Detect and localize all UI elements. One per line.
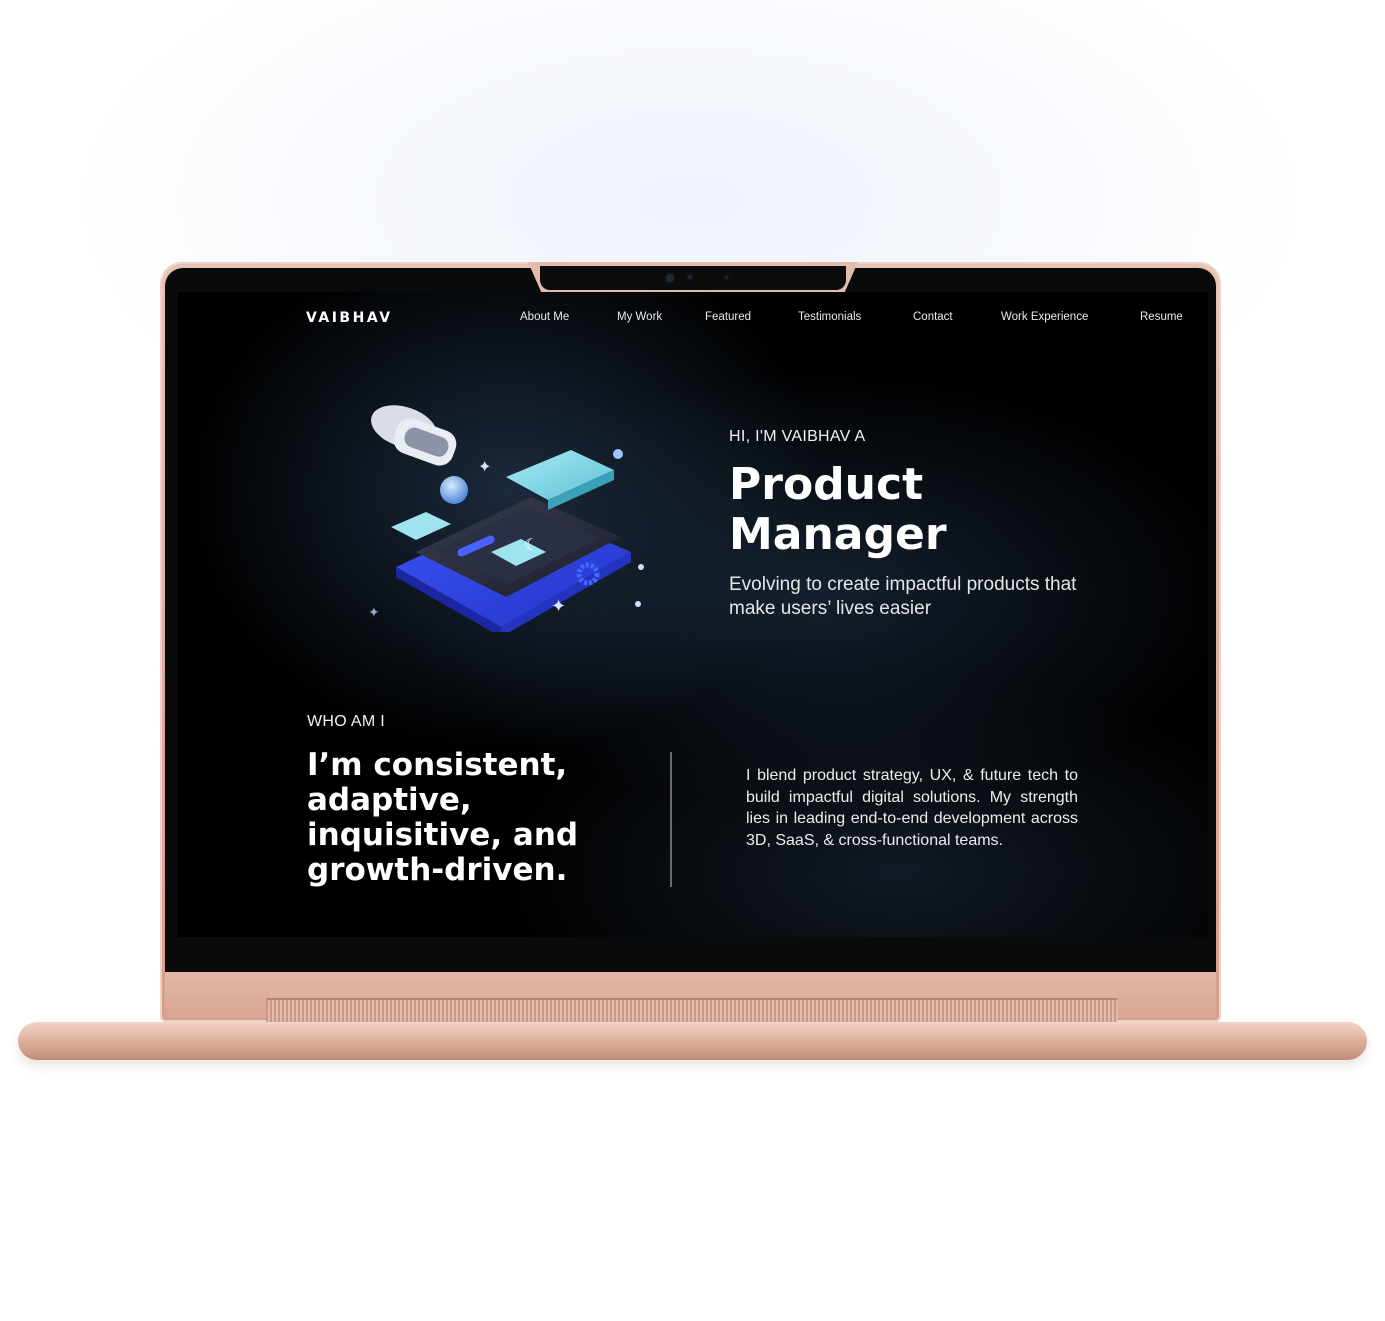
star-icon: ✦: [478, 457, 491, 476]
about-title: I’m consistent, adaptive, inquisitive, a…: [307, 747, 579, 888]
laptop-hinge-speaker: [266, 998, 1118, 1022]
moon-icon: ☾: [524, 535, 538, 554]
star-icon: ✦: [368, 605, 380, 621]
star-icon: ✦: [551, 596, 566, 617]
hero-title-line1: Product: [729, 459, 924, 510]
about-body: I blend product strategy, UX, & future t…: [746, 767, 1078, 849]
vertical-divider: [670, 752, 672, 887]
nav-contact[interactable]: Contact: [913, 311, 953, 323]
sensor-icon: [725, 276, 728, 279]
brand-logo[interactable]: VAIBHAV: [306, 310, 393, 326]
vr-headset-icon: [371, 405, 457, 466]
ui-card: [506, 450, 614, 500]
nav-resume[interactable]: Resume: [1140, 311, 1183, 323]
nav-featured[interactable]: Featured: [705, 311, 751, 323]
ui-card: [391, 512, 451, 540]
nav-work-experience[interactable]: Work Experience: [1001, 311, 1088, 323]
hero-title-line2: Manager: [729, 509, 947, 560]
laptop-base: [18, 1022, 1367, 1060]
glowing-orb: [440, 476, 468, 504]
hero-title: Product Manager: [729, 460, 1109, 560]
hero-eyebrow: HI, I'M VAIBHAV A: [729, 428, 866, 445]
nav-testimonials[interactable]: Testimonials: [798, 311, 861, 323]
nav-about-me[interactable]: About Me: [520, 311, 569, 323]
about-eyebrow: WHO AM I: [307, 713, 385, 730]
isometric-phone-vr-illustration: ✦ ✦ ✦ ☾: [368, 405, 644, 632]
sensor-icon: [688, 275, 692, 279]
website-screen: VAIBHAV About Me My Work Featured Testim…: [178, 292, 1208, 937]
hero-subtitle: Evolving to create impactful products th…: [729, 574, 1077, 619]
camera-icon: [666, 274, 674, 282]
camera-notch-inner: [540, 266, 846, 290]
nav-my-work[interactable]: My Work: [617, 311, 662, 323]
